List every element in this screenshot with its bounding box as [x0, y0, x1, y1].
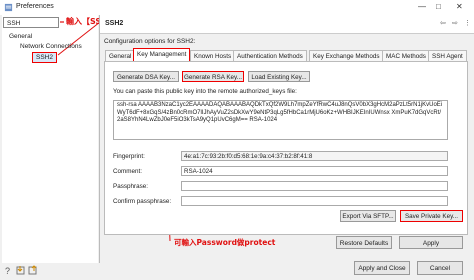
generate-rsa-button[interactable]: Generate RSA Key... [182, 71, 244, 82]
close-icon[interactable]: ✕ [456, 2, 463, 11]
page-header: SSH2 [100, 15, 474, 34]
window-title: Preferences [16, 3, 54, 10]
forward-icon[interactable]: ⇨ [452, 19, 458, 27]
title-bar [0, 0, 474, 15]
minimize-icon[interactable]: — [418, 2, 426, 11]
tree-item-general[interactable]: General [9, 33, 32, 40]
preferences-icon [4, 3, 13, 12]
menu-icon[interactable]: ⋮ [464, 19, 471, 27]
fingerprint-field[interactable]: 4e:a1:7c:93:2b:f0:d5:68:1e:9a:c4:37:b2:8… [181, 151, 448, 161]
comment-label: Comment: [113, 168, 143, 175]
apply-and-close-button[interactable]: Apply and Close [354, 261, 410, 275]
search-input[interactable]: SSH [3, 17, 59, 28]
passphrase-field[interactable] [181, 181, 448, 191]
save-private-key-button[interactable]: Save Private Key... [400, 210, 463, 222]
help-icon[interactable]: ? [5, 266, 10, 276]
fingerprint-label: Fingerprint: [113, 153, 145, 160]
tab-key-management[interactable]: Key Management [133, 48, 191, 62]
config-label: Configuration options for SSH2: [104, 38, 196, 45]
public-key-text[interactable]: ssh-rsa AAAAB3NzaC1yc2EAAAADAQABAAABAQDk… [113, 100, 448, 140]
paste-label: You can paste this public key into the r… [113, 88, 297, 95]
tree-item-network[interactable]: Network Connections [20, 43, 82, 50]
apply-button[interactable]: Apply [399, 236, 463, 249]
password-annotation: 可輸入Password做protect [174, 238, 276, 247]
confirm-passphrase-label: Confirm passphrase: [113, 198, 172, 205]
load-existing-key-button[interactable]: Load Existing Key... [248, 71, 310, 82]
restore-defaults-button[interactable]: Restore Defaults [336, 236, 392, 249]
export-icon[interactable] [28, 265, 38, 275]
confirm-passphrase-field[interactable] [181, 196, 448, 206]
import-icon[interactable] [16, 265, 26, 275]
maximize-icon[interactable]: □ [436, 2, 441, 11]
comment-field[interactable]: RSA-1024 [181, 166, 448, 176]
cancel-button[interactable]: Cancel [417, 261, 463, 275]
page-title: SSH2 [105, 20, 124, 27]
pane-divider[interactable] [99, 15, 100, 263]
generate-dsa-button[interactable]: Generate DSA Key... [113, 71, 179, 82]
tree-item-ssh2[interactable]: SSH2 [32, 52, 57, 63]
back-icon[interactable]: ⇦ [440, 19, 446, 27]
export-sftp-button[interactable]: Export Via SFTP... [340, 210, 396, 222]
passphrase-label: Passphrase: [113, 183, 149, 190]
